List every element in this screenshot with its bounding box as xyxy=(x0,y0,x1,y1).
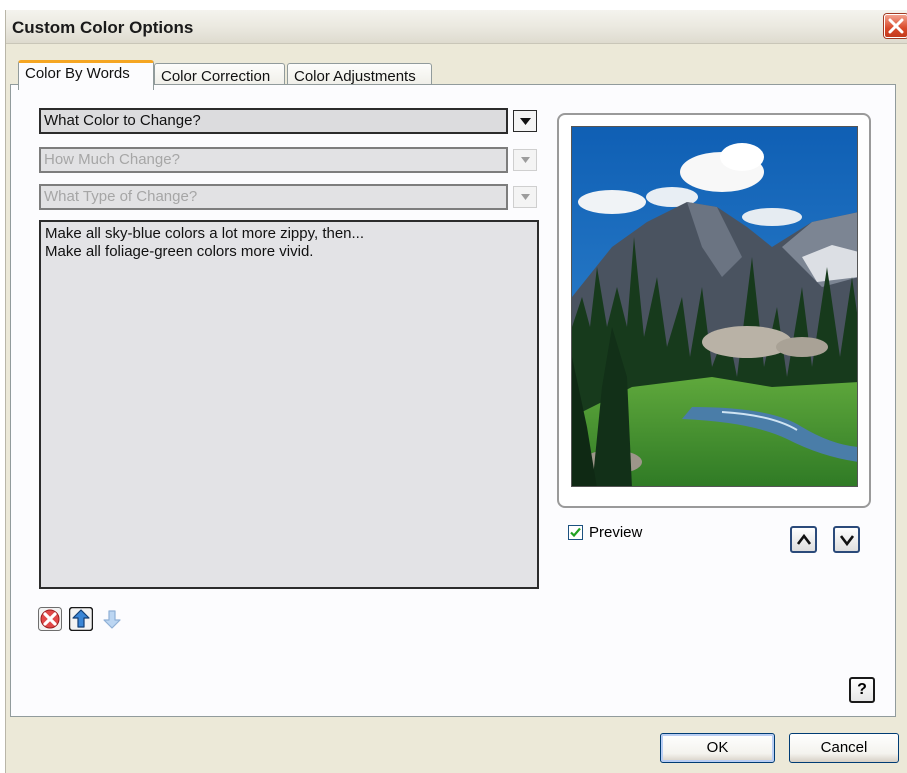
next-button[interactable] xyxy=(833,526,860,553)
previous-button[interactable] xyxy=(790,526,817,553)
instruction-line[interactable]: Make all sky-blue colors a lot more zipp… xyxy=(45,225,533,243)
what-type-dropdown-button[interactable] xyxy=(513,186,537,208)
chevron-down-icon xyxy=(521,157,530,163)
delete-button[interactable] xyxy=(38,607,62,631)
what-color-dropdown-button[interactable] xyxy=(513,110,537,132)
ok-button[interactable]: OK xyxy=(660,733,775,763)
cancel-button[interactable]: Cancel xyxy=(789,733,899,763)
preview-checkbox[interactable] xyxy=(568,525,583,540)
how-much-field[interactable]: How Much Change? xyxy=(39,147,508,173)
tab-color-by-words[interactable]: Color By Words xyxy=(18,60,154,90)
what-type-field[interactable]: What Type of Change? xyxy=(39,184,508,210)
caret-down-icon xyxy=(840,535,854,547)
checkmark-icon xyxy=(570,527,581,538)
how-much-dropdown-button[interactable] xyxy=(513,149,537,171)
caret-up-icon xyxy=(797,533,811,545)
dialog-title: Custom Color Options xyxy=(12,18,194,37)
what-color-field[interactable]: What Color to Change? xyxy=(39,108,508,134)
chevron-down-icon xyxy=(521,194,530,200)
arrow-down-icon xyxy=(103,610,121,629)
help-button[interactable]: ? xyxy=(849,677,875,703)
move-up-button[interactable] xyxy=(68,606,94,632)
preview-label[interactable]: Preview xyxy=(589,524,642,541)
preview-image xyxy=(571,126,858,487)
delete-x-icon xyxy=(38,607,62,631)
preview-frame xyxy=(557,113,871,508)
move-down-button[interactable] xyxy=(100,607,124,631)
chevron-down-icon xyxy=(520,118,531,125)
instruction-line[interactable]: Make all foliage-green colors more vivid… xyxy=(45,243,533,261)
close-button[interactable] xyxy=(884,14,907,38)
arrow-up-icon xyxy=(68,606,94,632)
what-color-combo[interactable]: What Color to Change? xyxy=(39,108,539,134)
how-much-combo[interactable]: How Much Change? xyxy=(39,147,539,173)
instructions-list[interactable]: Make all sky-blue colors a lot more zipp… xyxy=(39,220,539,589)
close-icon xyxy=(888,18,904,34)
what-type-combo[interactable]: What Type of Change? xyxy=(39,184,539,210)
tab-panel: What Color to Change? How Much Change? W… xyxy=(10,84,896,717)
mountain-lake-photo xyxy=(572,127,857,486)
title-bar: Custom Color Options xyxy=(6,10,907,44)
